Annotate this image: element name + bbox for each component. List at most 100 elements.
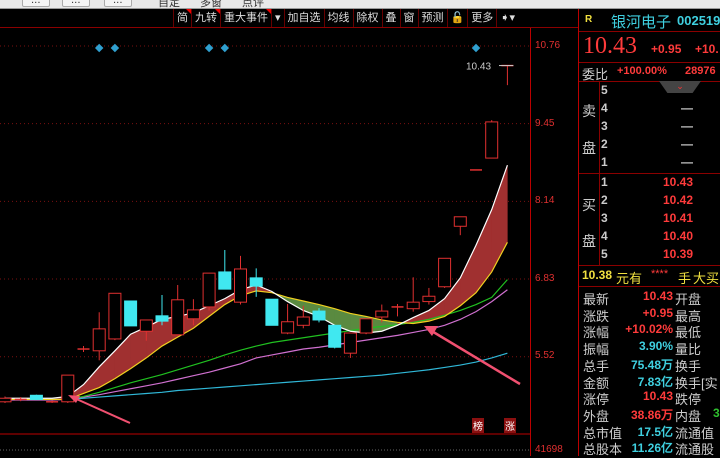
toolbar-nine-turn[interactable]: 九转 [191, 9, 221, 27]
sell-label: 盘 [582, 140, 596, 156]
chart-toolbar: 简 九转 重大事件 ▾ 加自选 均线 除权 叠 窗 预测 🔓 更多 ➧▾ [0, 9, 578, 28]
lock-icon[interactable]: 🔓 [446, 9, 468, 27]
stock-header: R 银河电子 002519 [579, 11, 720, 31]
level: 2 [601, 193, 608, 207]
stat-value: +0.95 [642, 305, 673, 320]
level: 1 [601, 155, 608, 169]
candle-body [281, 321, 295, 334]
candle-body [155, 315, 169, 322]
tab-multi-window[interactable]: 多窗 [200, 0, 222, 8]
level: 3 [601, 211, 608, 225]
buy-level-row[interactable]: 110.432 [601, 175, 720, 193]
toolbar-ma[interactable]: 均线 [323, 9, 353, 27]
ma-band [83, 366, 100, 394]
candle-body [124, 300, 138, 327]
toolbar-overlay[interactable]: 叠 [381, 9, 400, 27]
candlestick-chart[interactable]: 10.43 [0, 28, 578, 456]
level: 4 [601, 101, 608, 115]
weibi-row: 委比 +100.00% 28976 [579, 64, 720, 82]
ma-band [114, 333, 131, 380]
event-diamond-icon [220, 43, 230, 53]
stat-value: 11.26亿 [631, 441, 673, 456]
tab-custom[interactable]: 自定 [158, 0, 180, 8]
top-button-3[interactable]: ... [104, 0, 132, 7]
candle-body [359, 318, 373, 334]
y-tick-label: 5.52 [535, 350, 555, 361]
tab-review[interactable]: 点评 [242, 0, 264, 8]
sell-level-row[interactable]: 4— [601, 101, 720, 119]
big-order-label: 大买 [693, 271, 720, 286]
big-order-unit: 元有 [616, 271, 643, 286]
chevron-down-icon[interactable]: ▾ [271, 9, 284, 27]
y-tick-label: 6.83 [535, 272, 555, 284]
y-tick-label: 8.14 [535, 195, 555, 206]
toolbar-simple[interactable]: 简 [173, 9, 192, 27]
toolbar-ex-rights[interactable]: 除权 [352, 9, 382, 27]
candle-body [265, 298, 279, 326]
level-price: — [681, 119, 693, 133]
stat-row: 金额 7.83亿 换手[实 [579, 373, 720, 391]
arrow-icon [71, 396, 131, 424]
toolbar-forecast[interactable]: 预测 [417, 9, 447, 27]
arrow-icon [429, 328, 521, 386]
limit-up-tag[interactable]: 涨 [504, 418, 516, 433]
volume-axis-label: 41698 [535, 444, 563, 455]
stat-value: 3.90% [638, 339, 673, 354]
candle-body [202, 272, 216, 308]
big-order-price: 10.38 [582, 268, 613, 282]
sell-level-row[interactable]: 2— [601, 137, 720, 155]
sell-label: 卖 [582, 103, 596, 119]
toolbar-window[interactable]: 窗 [399, 9, 418, 27]
toolbar-major-events[interactable]: 重大事件 [220, 9, 272, 27]
candle-body [406, 301, 420, 310]
stat-value: 10.43 [642, 289, 673, 303]
level-price: 10.40 [662, 229, 693, 243]
y-tick-label: 9.45 [535, 117, 555, 129]
stat-row: 涨停 10.43 跌停 [579, 389, 720, 407]
candle-body [108, 292, 122, 340]
big-order-hand: 手 [678, 271, 692, 286]
stat-row: 总市值 17.5亿 流通值 [579, 423, 720, 441]
candle-body [0, 397, 12, 403]
rank-tag[interactable]: 榜 [472, 418, 484, 433]
candle-body [375, 310, 389, 318]
buy-level-row[interactable]: 3 10.41 [601, 211, 720, 229]
sell-level-row[interactable]: 1— [601, 155, 720, 173]
stat-value: 10.43 [642, 389, 673, 404]
expand-icon[interactable]: ➧▾ [496, 9, 518, 27]
stat-row: 振幅 3.90% 量比 [579, 339, 720, 357]
stat-row: 总手 75.48万 换手 [579, 356, 720, 374]
ma-line [5, 242, 508, 401]
stat-value: 38.86万 [630, 407, 673, 422]
candle-body [139, 319, 153, 332]
level-price: 10.43 [662, 175, 693, 189]
level-price: 10.39 [662, 247, 693, 261]
sell-level-row[interactable]: 3— [601, 119, 720, 137]
toolbar-more[interactable]: 更多 [467, 9, 496, 27]
stat-value-2: 3 [713, 405, 720, 420]
stat-row: 最新 10.43 开盘 [579, 289, 720, 307]
candle-body [296, 316, 310, 326]
top-button-2[interactable]: ... [62, 0, 90, 7]
ma-line [5, 289, 508, 401]
ma-band [98, 350, 116, 388]
buy-level-row[interactable]: 2 10.42 [601, 193, 720, 211]
top-button-1[interactable]: ... [22, 0, 50, 7]
buy-level-row[interactable]: 5 10.39 [601, 247, 720, 265]
level: 5 [601, 83, 608, 97]
candle-body [328, 324, 342, 348]
level: 5 [601, 247, 608, 261]
stat-value: 7.83亿 [637, 374, 673, 389]
candle-body [438, 257, 452, 288]
top-strip: ... ... ... 自定 多窗 点评 [0, 0, 720, 9]
event-diamond-icon [94, 43, 104, 53]
candle-body [171, 299, 185, 336]
buy-level-row[interactable]: 4 10.40 [601, 229, 720, 247]
y-tick-label: 10.76 [535, 40, 561, 51]
level-price: 10.42 [662, 193, 693, 207]
price-row: 10.43 +0.95 +10. [579, 33, 720, 61]
candle-body [234, 268, 247, 303]
candle-body [343, 332, 357, 354]
sell-level-row[interactable]: 5 [601, 83, 720, 101]
toolbar-add-watchlist[interactable]: 加自选 [283, 9, 324, 27]
